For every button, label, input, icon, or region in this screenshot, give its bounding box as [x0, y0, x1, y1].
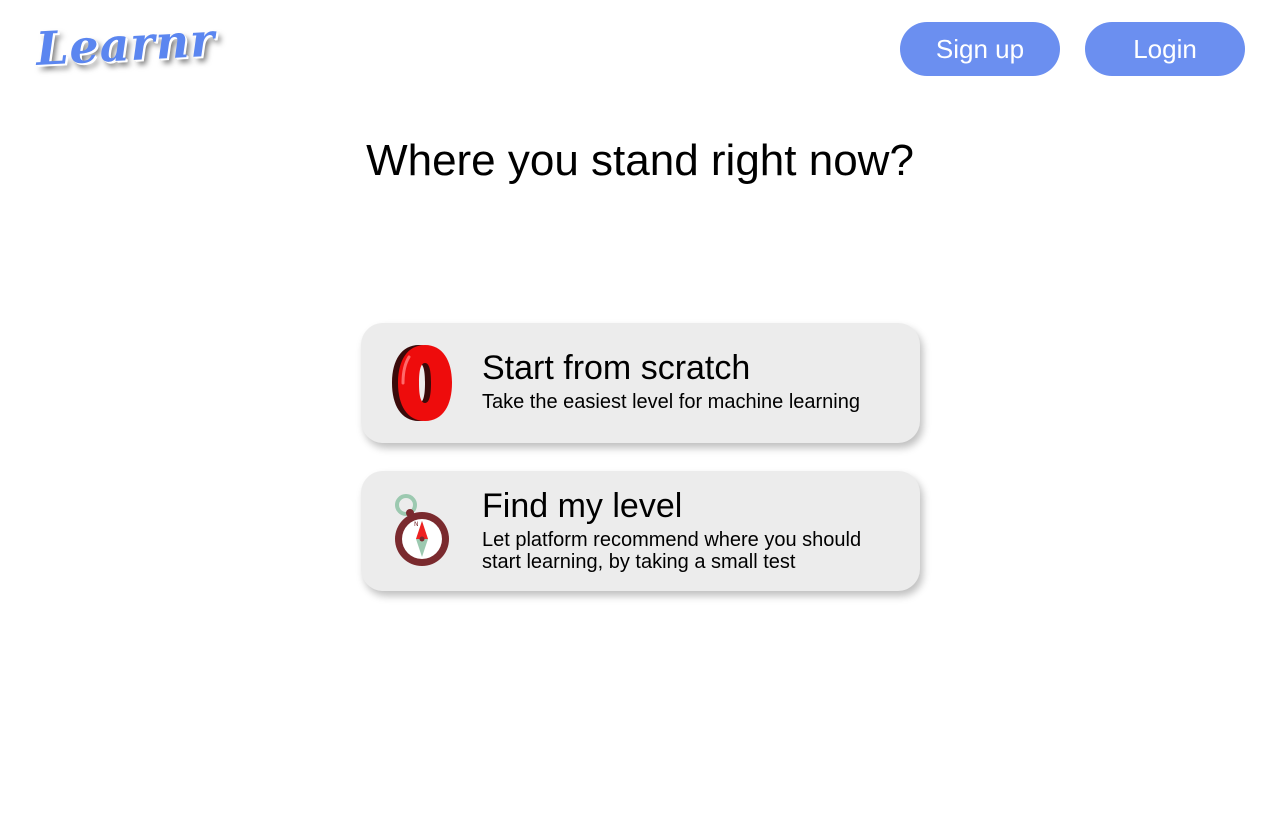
- option-start-from-scratch[interactable]: Start from scratch Take the easiest leve…: [361, 323, 920, 443]
- option-description: Let platform recommend where you should …: [482, 529, 862, 573]
- page-title: Where you stand right now?: [366, 136, 914, 185]
- signup-button[interactable]: Sign up: [900, 22, 1060, 76]
- option-text: Find my level Let platform recommend whe…: [482, 487, 900, 573]
- logo[interactable]: Learnr: [35, 13, 217, 76]
- option-text: Start from scratch Take the easiest leve…: [482, 349, 900, 413]
- login-button[interactable]: Login: [1085, 22, 1245, 76]
- option-description: Take the easiest level for machine learn…: [482, 391, 860, 413]
- compass-icon: N: [389, 491, 457, 571]
- zero-icon: [389, 343, 457, 423]
- option-title: Find my level: [482, 487, 683, 525]
- option-find-my-level[interactable]: N Find my level Let platform recommend w…: [361, 471, 920, 591]
- svg-text:N: N: [414, 521, 419, 528]
- option-title: Start from scratch: [482, 349, 751, 387]
- page: Learnr Sign up Login Where you stand rig…: [0, 0, 1280, 832]
